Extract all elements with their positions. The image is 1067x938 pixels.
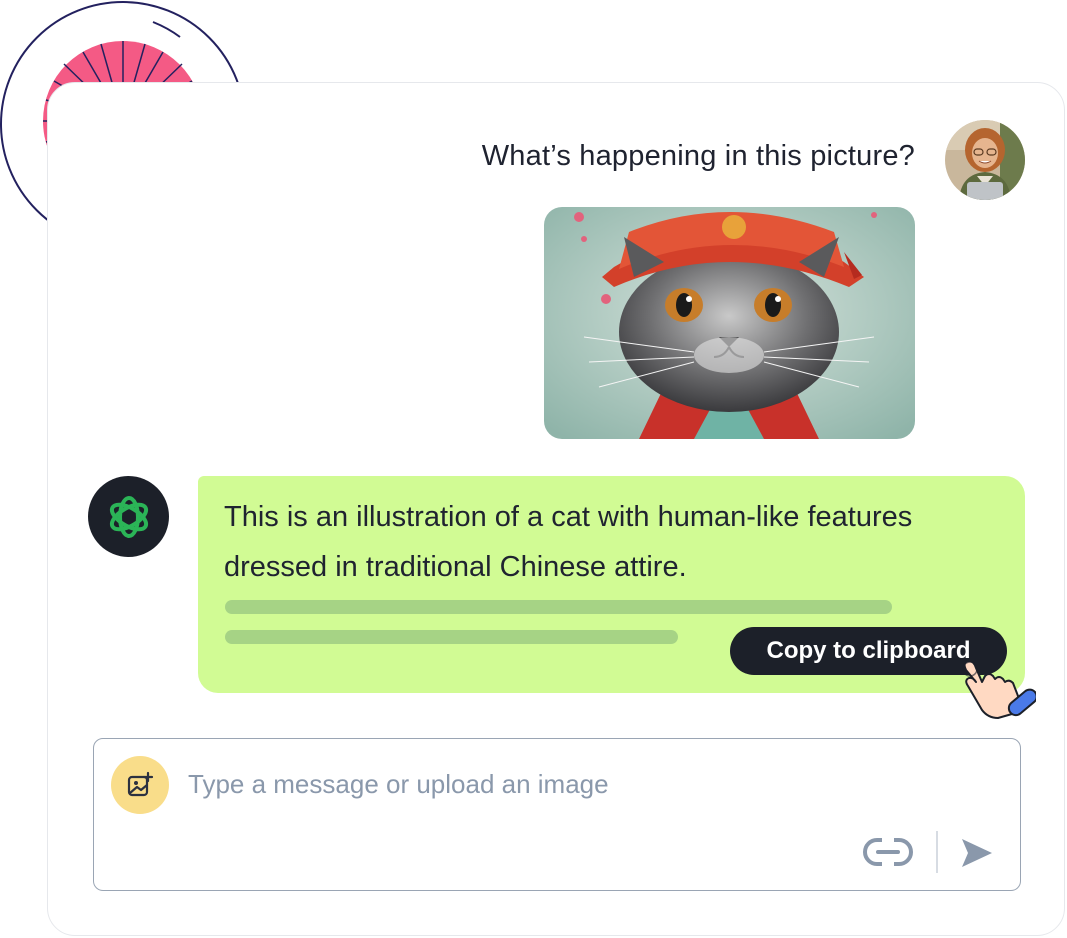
send-icon[interactable] <box>960 837 994 869</box>
message-composer <box>93 738 1021 891</box>
assistant-avatar <box>88 476 169 557</box>
pointing-hand-icon <box>962 660 1036 719</box>
upload-image-button[interactable] <box>111 756 169 814</box>
user-avatar <box>945 120 1025 200</box>
link-icon[interactable] <box>862 835 914 869</box>
composer-divider <box>936 831 938 873</box>
message-input[interactable] <box>186 763 890 805</box>
attached-image[interactable] <box>544 207 915 439</box>
assistant-message-text: This is an illustration of a cat with hu… <box>224 501 913 583</box>
openai-logo-icon <box>109 495 148 538</box>
image-upload-icon <box>127 771 154 797</box>
loading-line <box>225 630 678 644</box>
user-message: What’s happening in this picture? <box>481 140 915 172</box>
loading-line <box>225 600 892 614</box>
